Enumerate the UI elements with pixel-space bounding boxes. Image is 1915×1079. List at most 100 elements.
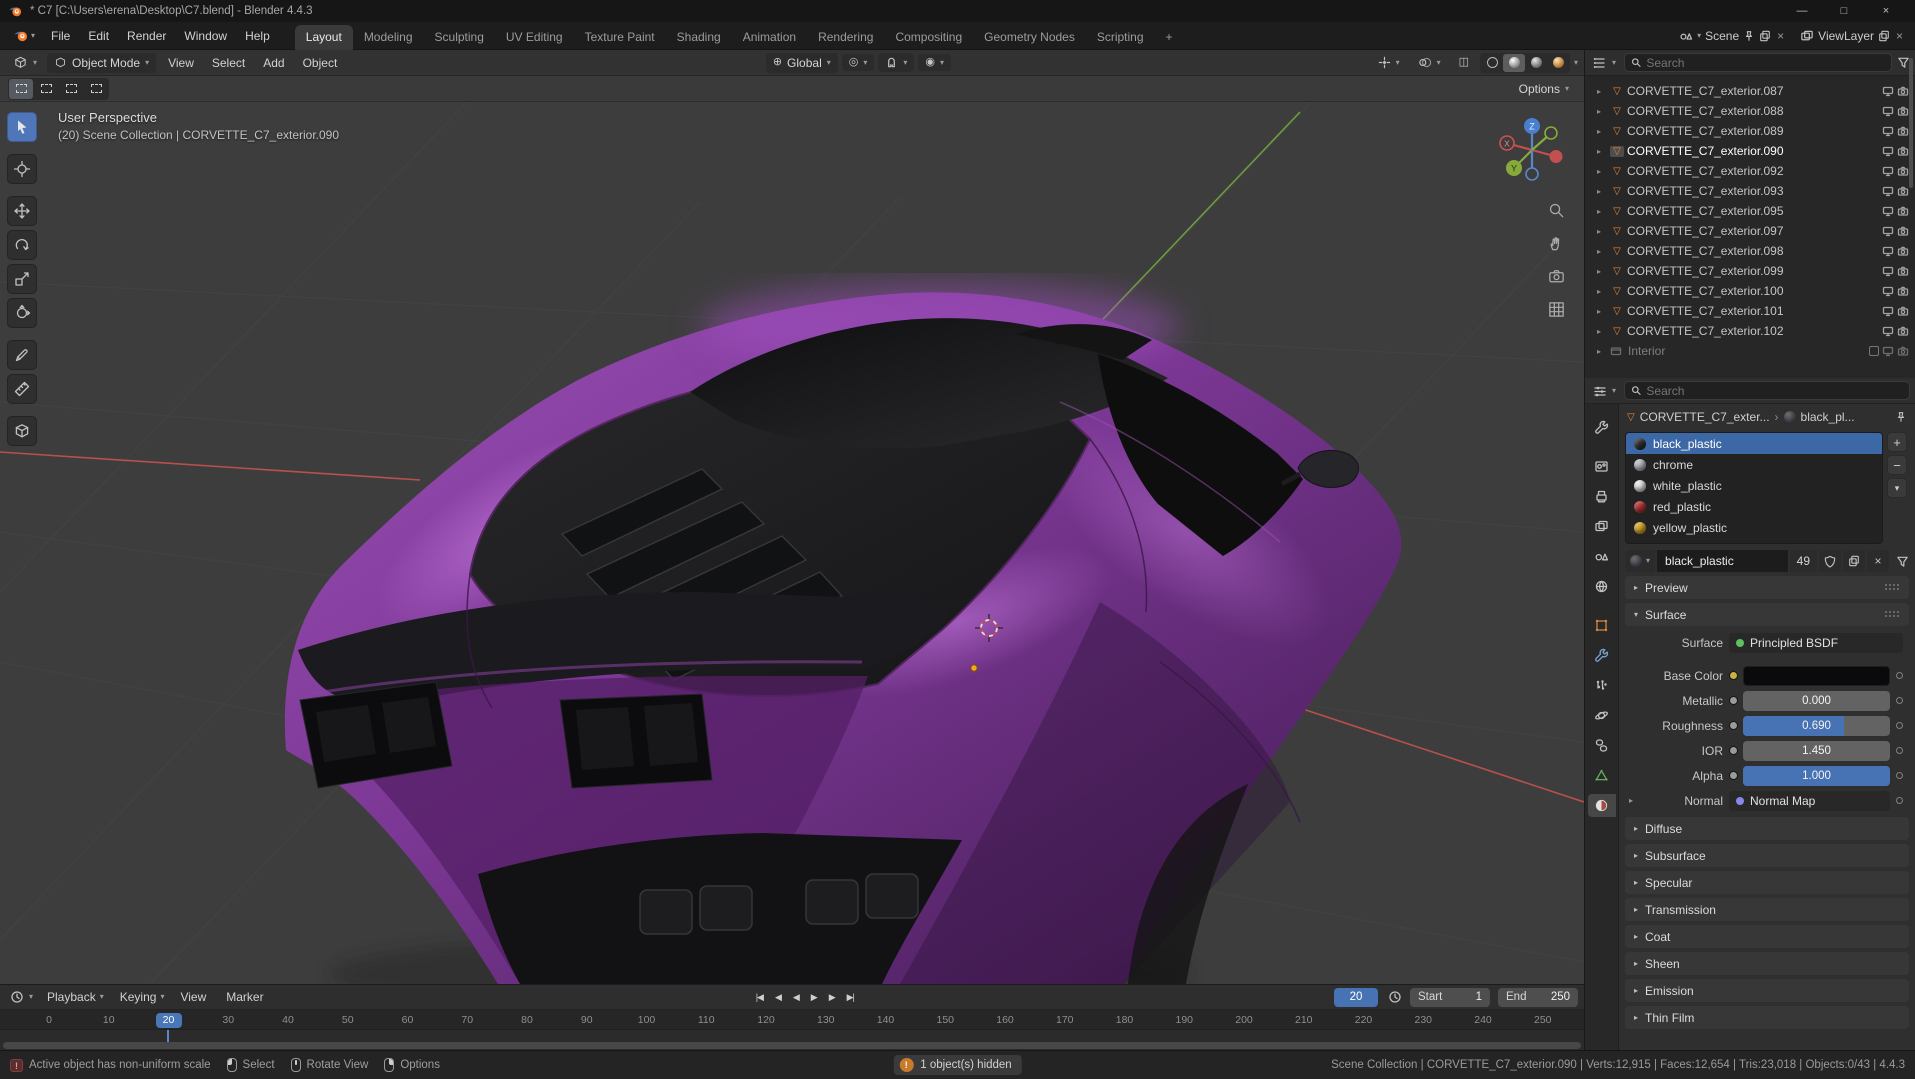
- viewport-visibility-icon[interactable]: [1882, 85, 1894, 97]
- render-visibility-icon[interactable]: [1897, 305, 1909, 317]
- current-frame-field[interactable]: 20: [1334, 987, 1378, 1007]
- outliner-editor-type[interactable]: ▾: [1590, 54, 1619, 72]
- expand-icon[interactable]: ▸: [1597, 267, 1607, 276]
- outliner-object-row[interactable]: ▸ ▽ CORVETTE_C7_exterior.089: [1585, 121, 1915, 141]
- topbar-menu-item[interactable]: Window: [175, 25, 236, 47]
- expand-icon[interactable]: ▸: [1597, 127, 1607, 136]
- viewport-visibility-icon[interactable]: [1882, 185, 1894, 197]
- panel-header[interactable]: ▸ Diffuse: [1625, 817, 1909, 840]
- roughness-slider[interactable]: 0.690: [1743, 715, 1890, 736]
- transform-tool[interactable]: [7, 298, 37, 328]
- preview-panel-header[interactable]: ▸ Preview: [1625, 576, 1909, 599]
- timeline-menu-item[interactable]: Marker: [218, 987, 275, 1007]
- outliner-object-row[interactable]: ▸ ▽ CORVETTE_C7_exterior.099: [1585, 261, 1915, 281]
- panel-header[interactable]: ▸ Transmission: [1625, 898, 1909, 921]
- outliner-search[interactable]: [1624, 53, 1892, 72]
- material-slot[interactable]: chrome: [1626, 454, 1882, 475]
- pivot-point-selector[interactable]: ◎ ▾: [841, 54, 875, 71]
- viewport-visibility-icon[interactable]: [1882, 205, 1894, 217]
- render-visibility-icon[interactable]: [1897, 165, 1909, 177]
- expand-icon[interactable]: ▸: [1597, 327, 1607, 336]
- render-visibility-icon[interactable]: [1897, 205, 1909, 217]
- panel-grip[interactable]: [1884, 610, 1900, 619]
- viewport-visibility-icon[interactable]: [1882, 145, 1894, 157]
- viewlayer-selector[interactable]: ViewLayer ×: [1800, 29, 1905, 43]
- properties-editor-type[interactable]: ▾: [1590, 382, 1619, 400]
- viewport-menu-item[interactable]: Object: [294, 52, 347, 74]
- tab-scene[interactable]: [1588, 545, 1616, 568]
- timeline-menu-item[interactable]: Playback ▾: [39, 987, 112, 1007]
- snap-toggle[interactable]: ▾: [878, 53, 915, 72]
- unlink-material-button[interactable]: ×: [1867, 550, 1889, 572]
- show-gizmo-toggle[interactable]: ▾: [1371, 53, 1407, 72]
- browse-material-button[interactable]: ▾: [1625, 550, 1656, 572]
- animate-decorator-icon[interactable]: [1896, 772, 1903, 779]
- select-extend-button[interactable]: [34, 79, 58, 99]
- panel-header[interactable]: ▸ Emission: [1625, 979, 1909, 1002]
- new-scene-icon[interactable]: [1759, 30, 1771, 42]
- outliner-object-row[interactable]: ▸ ▽ CORVETTE_C7_exterior.092: [1585, 161, 1915, 181]
- render-visibility-icon[interactable]: [1897, 145, 1909, 157]
- maximize-button[interactable]: □: [1823, 5, 1865, 17]
- viewport-menu-item[interactable]: Select: [203, 52, 254, 74]
- select-intersect-button[interactable]: [84, 79, 108, 99]
- shading-options-dropdown[interactable]: ▾: [1574, 58, 1578, 67]
- select-set-button[interactable]: [9, 78, 33, 99]
- tab-material[interactable]: [1587, 794, 1616, 817]
- topbar-menu-item[interactable]: Render: [118, 25, 175, 47]
- expand-icon[interactable]: ▸: [1597, 207, 1607, 216]
- collection-checkbox[interactable]: [1869, 346, 1879, 356]
- render-visibility-icon[interactable]: [1897, 265, 1909, 277]
- timeline-menu-item[interactable]: Keying ▾: [112, 987, 173, 1007]
- render-visibility-icon[interactable]: [1897, 105, 1909, 117]
- tab-output[interactable]: [1588, 485, 1616, 508]
- expand-icon[interactable]: ▸: [1597, 227, 1607, 236]
- minimize-button[interactable]: —: [1781, 5, 1823, 17]
- rotate-tool[interactable]: [7, 230, 37, 260]
- panel-header[interactable]: ▸ Subsurface: [1625, 844, 1909, 867]
- render-visibility-icon[interactable]: [1897, 345, 1909, 357]
- shading-material-button[interactable]: [1525, 54, 1547, 72]
- expand-icon[interactable]: ▸: [1597, 287, 1607, 296]
- pin-icon[interactable]: [1895, 411, 1907, 423]
- viewport-visibility-icon[interactable]: [1882, 345, 1894, 357]
- tab-constraints[interactable]: [1588, 734, 1616, 757]
- annotate-tool[interactable]: [7, 340, 37, 370]
- material-users-count[interactable]: 49: [1789, 550, 1817, 572]
- viewport-visibility-icon[interactable]: [1882, 225, 1894, 237]
- remove-slot-button[interactable]: −: [1887, 455, 1907, 475]
- workspace-tab[interactable]: Layout: [294, 24, 353, 50]
- breadcrumb-object[interactable]: CORVETTE_C7_exter...: [1640, 410, 1770, 424]
- frame-end-field[interactable]: End 250: [1498, 987, 1578, 1007]
- shading-rendered-button[interactable]: [1547, 54, 1569, 72]
- base-color-swatch[interactable]: [1743, 665, 1890, 686]
- workspace-tab[interactable]: +: [1155, 25, 1184, 50]
- scale-tool[interactable]: [7, 264, 37, 294]
- viewport-visibility-icon[interactable]: [1882, 305, 1894, 317]
- workspace-tab[interactable]: Compositing: [884, 25, 973, 50]
- transport-button[interactable]: ◀: [789, 990, 803, 1005]
- expand-icon[interactable]: ▸: [1597, 347, 1607, 356]
- zoom-icon[interactable]: [1544, 198, 1568, 222]
- proportional-editing-toggle[interactable]: ◉ ▾: [918, 54, 952, 71]
- scene-selector[interactable]: ▾ Scene ×: [1679, 29, 1786, 43]
- render-visibility-icon[interactable]: [1897, 185, 1909, 197]
- outliner-collection-row[interactable]: ▸ Interior: [1585, 341, 1915, 361]
- tab-object[interactable]: [1588, 614, 1616, 637]
- navigation-gizmo[interactable]: Z X Y: [1496, 114, 1568, 186]
- expand-icon[interactable]: ▸: [1597, 87, 1607, 96]
- new-viewlayer-icon[interactable]: [1878, 30, 1890, 42]
- tab-tool[interactable]: [1588, 416, 1616, 439]
- tab-world[interactable]: [1588, 575, 1616, 598]
- viewport-menu-item[interactable]: Add: [254, 52, 293, 74]
- fake-user-shield-button[interactable]: [1819, 550, 1841, 572]
- pin-icon[interactable]: [1743, 30, 1755, 42]
- animate-decorator-icon[interactable]: [1896, 697, 1903, 704]
- timeline-ruler[interactable]: 0 10 20 30 40 50 60 70 80 90 100 110 120 130 140 150 160…: [0, 1010, 1584, 1030]
- animate-decorator-icon[interactable]: [1896, 747, 1903, 754]
- material-slot[interactable]: white_plastic: [1626, 475, 1882, 496]
- panel-grip[interactable]: [1884, 583, 1900, 592]
- render-visibility-icon[interactable]: [1897, 125, 1909, 137]
- close-button[interactable]: ×: [1865, 5, 1907, 17]
- render-visibility-icon[interactable]: [1897, 245, 1909, 257]
